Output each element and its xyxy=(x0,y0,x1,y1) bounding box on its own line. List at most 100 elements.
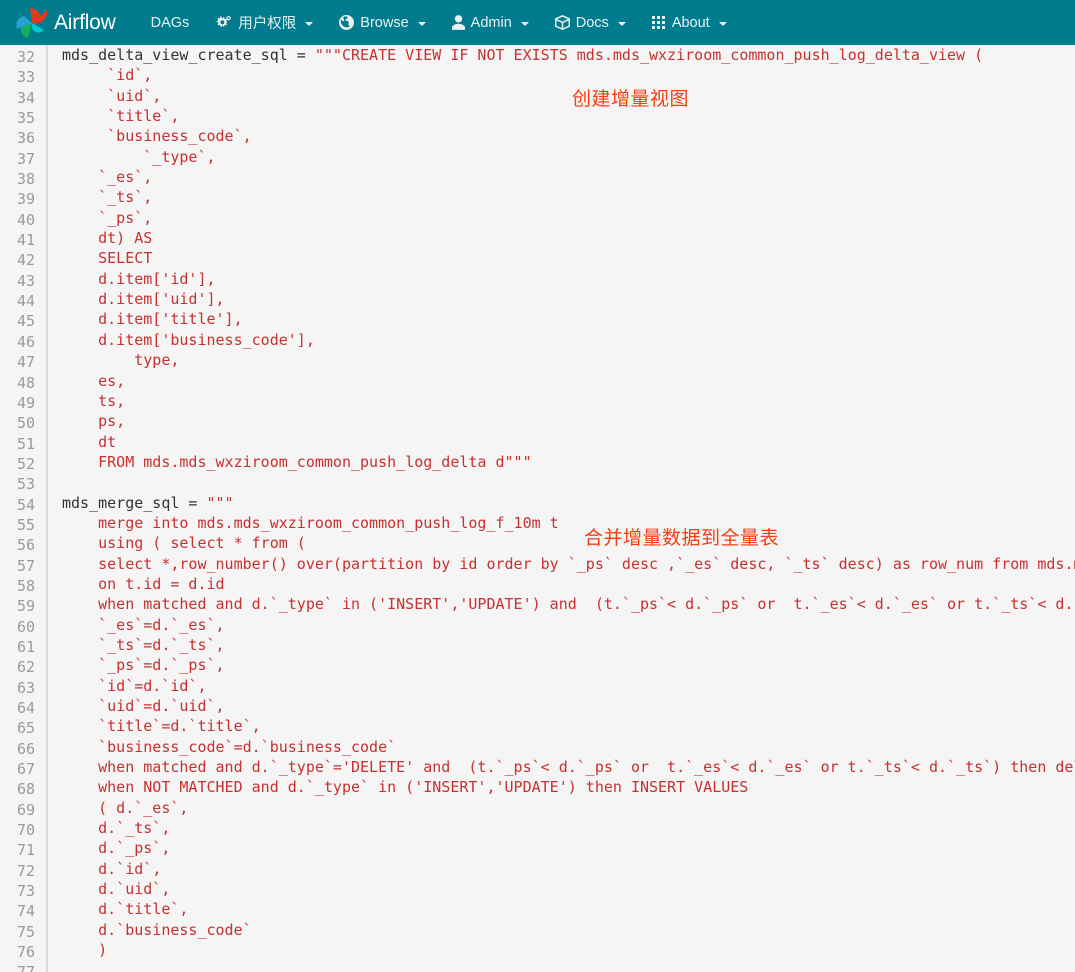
brand-link[interactable]: Airflow xyxy=(14,7,116,39)
line-number: 52 xyxy=(0,454,46,474)
line-number: 65 xyxy=(0,718,46,738)
code-token-variable: mds_merge_sql = xyxy=(62,494,207,512)
code-line: when matched and d.`_type` in ('INSERT',… xyxy=(62,594,1075,614)
code-line: `_es`, xyxy=(62,167,1075,187)
line-number: 39 xyxy=(0,189,46,209)
line-number: 33 xyxy=(0,67,46,87)
code-line: d.item['id'], xyxy=(62,269,1075,289)
line-number: 48 xyxy=(0,373,46,393)
code-line xyxy=(62,472,1075,492)
code-viewer[interactable]: 3233343536373839404142434445464748495051… xyxy=(0,45,1075,972)
code-line: d.item['uid'], xyxy=(62,289,1075,309)
line-number: 75 xyxy=(0,922,46,942)
nav-item-admin[interactable]: Admin xyxy=(439,0,542,45)
line-number: 63 xyxy=(0,678,46,698)
code-line: d.`business_code` xyxy=(62,920,1075,940)
code-line: SELECT xyxy=(62,248,1075,268)
line-number: 43 xyxy=(0,271,46,291)
line-number: 70 xyxy=(0,820,46,840)
code-line: d.`id`, xyxy=(62,859,1075,879)
code-line: d.item['business_code'], xyxy=(62,330,1075,350)
code-line: `_es`=d.`_es`, xyxy=(62,615,1075,635)
code-line: ) xyxy=(62,940,1075,960)
chevron-down-icon xyxy=(719,22,727,26)
code-line: using ( select * from ( xyxy=(62,533,1075,553)
chevron-down-icon xyxy=(305,22,313,26)
code-line: `uid`=d.`uid`, xyxy=(62,696,1075,716)
code-line: `id`=d.`id`, xyxy=(62,676,1075,696)
chevron-down-icon xyxy=(618,22,626,26)
code-token-variable: mds_delta_view_create_sql = xyxy=(62,46,315,64)
code-line: mds_delta_view_create_sql = """CREATE VI… xyxy=(62,45,1075,65)
line-number: 55 xyxy=(0,515,46,535)
code-line: `uid`, xyxy=(62,86,1075,106)
grid-icon xyxy=(652,16,666,30)
line-number: 36 xyxy=(0,128,46,148)
annotation-create-delta-view: 创建增量视图 xyxy=(572,84,689,111)
chevron-down-icon xyxy=(521,22,529,26)
line-number: 32 xyxy=(0,47,46,67)
code-line: type, xyxy=(62,350,1075,370)
line-number: 53 xyxy=(0,474,46,494)
line-number: 58 xyxy=(0,576,46,596)
nav-item-user-permissions[interactable]: 用户权限 xyxy=(202,0,326,45)
line-number: 47 xyxy=(0,352,46,372)
code-line: dt xyxy=(62,432,1075,452)
line-number: 59 xyxy=(0,596,46,616)
line-number: 64 xyxy=(0,698,46,718)
line-number: 45 xyxy=(0,311,46,331)
chevron-down-icon xyxy=(418,22,426,26)
line-number: 67 xyxy=(0,759,46,779)
line-number: 77 xyxy=(0,962,46,972)
line-number: 37 xyxy=(0,149,46,169)
code-line: es, xyxy=(62,371,1075,391)
code-lines[interactable]: mds_delta_view_create_sql = """CREATE VI… xyxy=(48,45,1075,960)
code-line: `_ts`=d.`_ts`, xyxy=(62,635,1075,655)
nav-item-admin-label: Admin xyxy=(471,15,512,31)
nav-item-dags[interactable]: DAGs xyxy=(138,0,203,45)
line-number: 46 xyxy=(0,332,46,352)
nav-item-browse[interactable]: Browse xyxy=(326,0,438,45)
code-line: ps, xyxy=(62,411,1075,431)
nav-item-browse-label: Browse xyxy=(360,15,408,31)
code-line: `_ps`, xyxy=(62,208,1075,228)
line-number: 34 xyxy=(0,88,46,108)
line-number: 54 xyxy=(0,495,46,515)
code-line: `id`, xyxy=(62,65,1075,85)
cogs-icon xyxy=(215,15,232,30)
line-number: 35 xyxy=(0,108,46,128)
line-number: 68 xyxy=(0,779,46,799)
code-scroll-area[interactable]: 3233343536373839404142434445464748495051… xyxy=(0,45,1075,972)
code-line: when NOT MATCHED and d.`_type` in ('INSE… xyxy=(62,777,1075,797)
line-number: 62 xyxy=(0,657,46,677)
code-line: `_type`, xyxy=(62,147,1075,167)
nav-item-dags-label: DAGs xyxy=(151,15,190,31)
nav-item-docs[interactable]: Docs xyxy=(542,0,639,45)
code-line: merge into mds.mds_wxziroom_common_push_… xyxy=(62,513,1075,533)
code-line: d.`uid`, xyxy=(62,879,1075,899)
code-line: FROM mds.mds_wxziroom_common_push_log_de… xyxy=(62,452,1075,472)
line-number: 60 xyxy=(0,617,46,637)
code-line: d.item['title'], xyxy=(62,309,1075,329)
line-number: 38 xyxy=(0,169,46,189)
line-number: 42 xyxy=(0,250,46,270)
line-number: 49 xyxy=(0,393,46,413)
code-line: `title`=d.`title`, xyxy=(62,716,1075,736)
code-line: mds_merge_sql = """ xyxy=(62,493,1075,513)
code-token-string: """CREATE VIEW IF NOT EXISTS mds.mds_wxz… xyxy=(315,46,983,64)
line-number: 40 xyxy=(0,210,46,230)
annotation-merge-delta-to-full: 合并增量数据到全量表 xyxy=(584,523,779,550)
code-content-column[interactable]: mds_delta_view_create_sql = """CREATE VI… xyxy=(48,45,1075,972)
code-line: select *,row_number() over(partition by … xyxy=(62,554,1075,574)
nav-item-about[interactable]: About xyxy=(639,0,740,45)
nav-item-docs-label: Docs xyxy=(576,15,609,31)
nav-item-user-permissions-label: 用户权限 xyxy=(238,12,296,33)
line-number: 51 xyxy=(0,434,46,454)
line-number: 72 xyxy=(0,861,46,881)
nav-item-about-label: About xyxy=(672,15,710,31)
line-number: 56 xyxy=(0,535,46,555)
code-token-string: """ xyxy=(207,494,234,512)
code-line: `business_code`=d.`business_code` xyxy=(62,737,1075,757)
line-number: 71 xyxy=(0,840,46,860)
globe-icon xyxy=(339,15,354,30)
